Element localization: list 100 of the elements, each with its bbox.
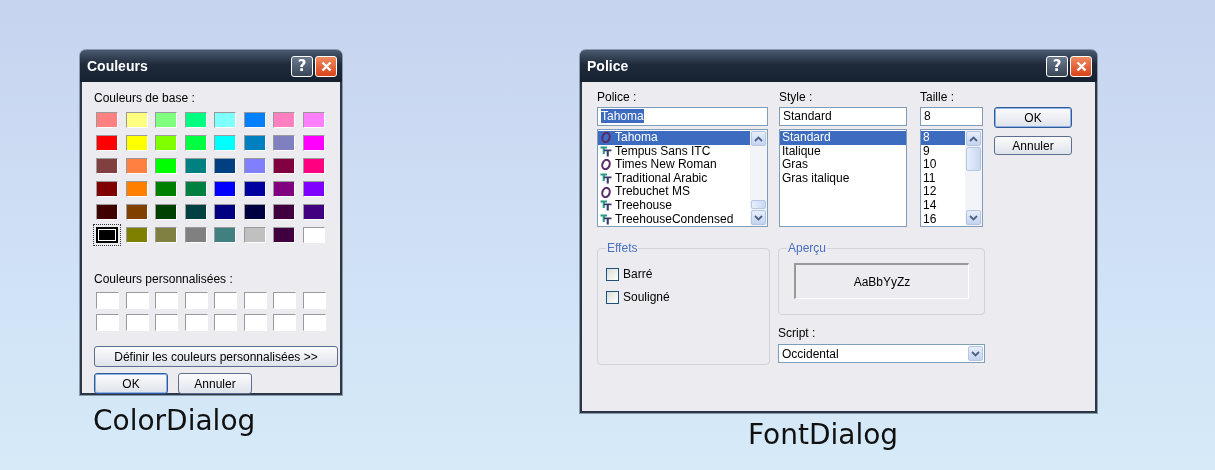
color-swatch[interactable] <box>125 135 148 151</box>
color-swatch[interactable] <box>302 112 325 128</box>
color-swatch[interactable] <box>214 204 236 220</box>
color-swatch[interactable] <box>273 135 295 151</box>
color-swatch[interactable] <box>273 181 295 197</box>
custom-color-slot[interactable] <box>125 292 149 309</box>
scroll-down-button[interactable] <box>751 210 766 225</box>
color-swatch[interactable] <box>155 181 177 197</box>
color-swatch[interactable] <box>302 227 325 243</box>
custom-color-slot[interactable] <box>302 292 326 309</box>
custom-color-slot[interactable] <box>273 292 296 309</box>
color-swatch[interactable] <box>214 112 236 128</box>
list-item[interactable]: Standard <box>780 131 906 145</box>
color-swatch[interactable] <box>125 112 148 128</box>
scrollbar[interactable] <box>965 130 982 226</box>
custom-color-slot[interactable] <box>155 292 178 309</box>
color-swatch[interactable] <box>302 135 325 151</box>
color-swatch[interactable] <box>184 112 207 128</box>
scroll-up-button[interactable] <box>966 131 981 146</box>
color-swatch[interactable] <box>155 112 177 128</box>
color-swatch[interactable] <box>125 158 148 174</box>
font-size-field[interactable]: 8 <box>920 107 983 126</box>
list-item[interactable]: Tempus Sans ITC <box>598 144 750 159</box>
color-swatch[interactable] <box>214 135 236 151</box>
color-swatch[interactable] <box>302 181 325 197</box>
close-button[interactable] <box>1070 55 1092 77</box>
color-swatch[interactable] <box>96 135 118 151</box>
scrollbar[interactable] <box>750 130 767 226</box>
color-swatch[interactable] <box>184 181 207 197</box>
dialog-button[interactable]: OK <box>94 373 168 394</box>
color-swatch[interactable] <box>302 158 325 174</box>
color-swatch[interactable] <box>184 135 207 151</box>
list-item[interactable]: Treehouse <box>598 198 750 213</box>
color-swatch[interactable] <box>243 204 266 220</box>
color-swatch[interactable] <box>243 112 266 128</box>
scroll-down-button[interactable] <box>966 210 981 225</box>
color-swatch[interactable] <box>184 204 207 220</box>
color-swatch[interactable] <box>96 112 118 128</box>
color-swatch[interactable] <box>125 181 148 197</box>
color-swatch[interactable] <box>273 112 295 128</box>
custom-color-slot[interactable] <box>96 292 119 309</box>
color-swatch[interactable] <box>155 204 177 220</box>
checkbox-label[interactable]: Barré <box>623 267 653 281</box>
color-swatch[interactable] <box>214 158 236 174</box>
help-button[interactable]: ? <box>291 55 313 77</box>
checkbox[interactable] <box>606 290 619 304</box>
list-item[interactable]: Tahoma <box>598 131 750 145</box>
color-swatch[interactable] <box>243 135 266 151</box>
list-item[interactable]: Times New Roman <box>598 158 750 172</box>
custom-color-slot[interactable] <box>302 314 326 331</box>
color-swatch[interactable] <box>96 181 118 197</box>
color-swatch[interactable] <box>184 227 207 243</box>
scroll-thumb[interactable] <box>751 200 766 209</box>
list-item[interactable]: 14 <box>921 198 965 213</box>
close-button[interactable] <box>315 55 337 77</box>
color-swatch[interactable] <box>243 181 266 197</box>
list-item[interactable]: 9 <box>921 144 965 159</box>
color-swatch[interactable] <box>214 181 236 197</box>
custom-color-slot[interactable] <box>243 314 267 331</box>
list-item[interactable]: 12 <box>921 185 965 199</box>
dialog-button[interactable]: Annuler <box>178 373 252 394</box>
color-swatch[interactable] <box>214 227 236 243</box>
custom-color-slot[interactable] <box>125 314 149 331</box>
script-select[interactable]: Occidental <box>778 344 985 363</box>
list-item[interactable]: Gras italique <box>780 171 906 186</box>
custom-color-slot[interactable] <box>184 314 208 331</box>
color-swatch[interactable] <box>155 135 177 151</box>
font-style-field[interactable]: Standard <box>779 107 907 126</box>
dialog-button[interactable]: Annuler <box>994 136 1072 155</box>
custom-color-slot[interactable] <box>243 292 267 309</box>
color-swatch[interactable] <box>155 158 177 174</box>
scroll-up-button[interactable] <box>751 131 766 146</box>
color-swatch[interactable] <box>184 158 207 174</box>
list-item[interactable]: 11 <box>921 171 965 186</box>
list-item[interactable]: Trebuchet MS <box>598 185 750 199</box>
custom-color-slot[interactable] <box>184 292 208 309</box>
color-swatch[interactable] <box>273 204 295 220</box>
list-item[interactable]: 8 <box>921 131 965 145</box>
checkbox-label[interactable]: Souligné <box>623 290 670 304</box>
custom-color-slot[interactable] <box>155 314 178 331</box>
color-swatch[interactable] <box>243 227 266 243</box>
checkbox[interactable] <box>606 267 619 281</box>
font-name-field[interactable]: Tahoma <box>597 107 768 126</box>
color-swatch[interactable] <box>243 158 266 174</box>
list-item[interactable]: TreehouseCondensed <box>598 212 750 226</box>
color-swatch[interactable] <box>96 204 118 220</box>
color-swatch[interactable] <box>125 227 148 243</box>
list-item[interactable]: Italique <box>780 144 906 159</box>
color-swatch[interactable] <box>96 227 118 243</box>
dialog-button[interactable]: OK <box>994 107 1072 128</box>
color-swatch[interactable] <box>302 204 325 220</box>
custom-color-slot[interactable] <box>96 314 119 331</box>
color-swatch[interactable] <box>273 158 295 174</box>
color-swatch[interactable] <box>273 227 295 243</box>
dropdown-button[interactable] <box>968 346 983 361</box>
list-item[interactable]: 16 <box>921 212 965 226</box>
color-swatch[interactable] <box>96 158 118 174</box>
list-item[interactable]: Traditional Arabic <box>598 171 750 186</box>
list-item[interactable]: 10 <box>921 158 965 172</box>
color-swatch[interactable] <box>125 204 148 220</box>
